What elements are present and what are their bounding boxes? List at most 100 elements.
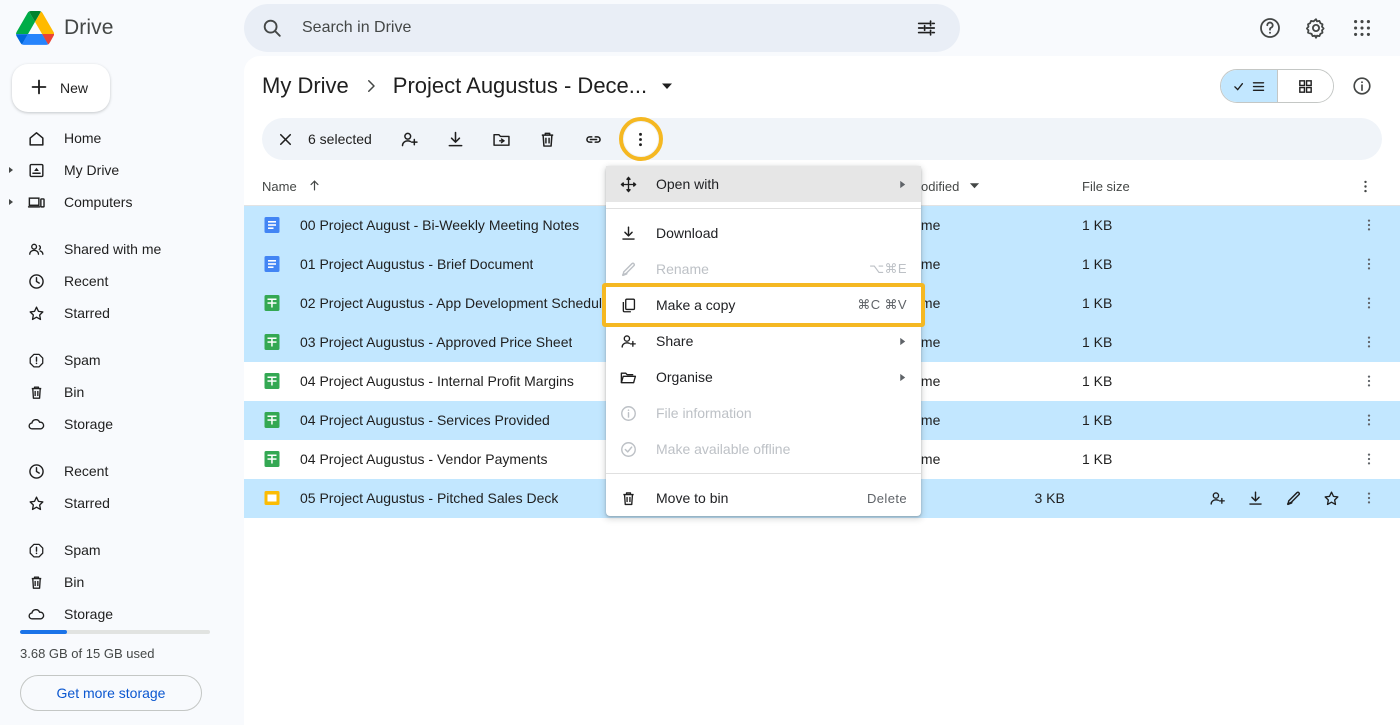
sidebar-item-home[interactable]: Home: [0, 122, 230, 154]
row-more-button[interactable]: [1356, 412, 1382, 428]
grid-view-toggle[interactable]: [1277, 70, 1333, 102]
caret-down-icon[interactable]: [661, 80, 673, 92]
share-button[interactable]: [392, 121, 428, 157]
new-button[interactable]: New: [12, 64, 110, 112]
plus-icon: [28, 76, 50, 101]
row-more-button[interactable]: [1356, 295, 1382, 311]
arrow-up-icon[interactable]: [307, 178, 322, 196]
more-actions-button[interactable]: [618, 117, 663, 161]
menu-item-wrapper: Share: [606, 323, 921, 359]
sidebar-group-3: Spam Bin Storage: [0, 344, 230, 440]
sidebar-item-recent-2[interactable]: Recent: [0, 455, 230, 487]
details-button[interactable]: [1342, 66, 1382, 106]
close-icon[interactable]: [268, 122, 302, 156]
row-more-button[interactable]: [1356, 256, 1382, 272]
search-icon[interactable]: [252, 8, 292, 48]
search-input[interactable]: [298, 19, 900, 37]
menu-item-label: Organise: [656, 369, 713, 385]
storage-progress-bar: [20, 630, 210, 634]
sidebar-item-shared-with-me[interactable]: Shared with me: [0, 233, 230, 265]
menu-divider: [606, 208, 921, 209]
row-more-button[interactable]: [1356, 334, 1382, 350]
menu-item-label: Share: [656, 333, 694, 349]
menu-item-organise[interactable]: Organise: [606, 359, 921, 395]
row-actions: [1204, 485, 1382, 511]
row-more-button[interactable]: [1356, 373, 1382, 389]
view-toggle-group: [1220, 69, 1334, 103]
search-area: [244, 4, 960, 52]
file-type-sheet-icon: [262, 293, 282, 313]
get-more-storage-button[interactable]: Get more storage: [20, 675, 202, 711]
row-more-button[interactable]: [1356, 451, 1382, 467]
sidebar-item-recent[interactable]: Recent: [0, 265, 230, 297]
sidebar-divider: [0, 519, 230, 534]
sidebar-item-computers[interactable]: Computers: [0, 186, 230, 218]
sidebar-item-starred[interactable]: Starred: [0, 297, 230, 329]
menu-item-move-to-bin[interactable]: Move to bin Delete: [606, 480, 921, 516]
file-name-label: 04 Project Augustus - Vendor Payments: [300, 451, 548, 467]
offline-check-icon: [618, 439, 638, 459]
top-bar: Drive: [0, 0, 1400, 56]
sidebar-divider: [0, 218, 230, 233]
sidebar-item-label: Computers: [64, 194, 133, 210]
sidebar-item-bin-2[interactable]: Bin: [0, 566, 230, 598]
download-button[interactable]: [438, 121, 474, 157]
chevron-right-icon[interactable]: [9, 167, 13, 173]
cell-size: 1 KB: [1082, 334, 1113, 350]
row-more-button[interactable]: [1356, 217, 1382, 233]
menu-item-wrapper: Open with: [606, 166, 921, 202]
apps-grid-icon[interactable]: [1342, 8, 1382, 48]
menu-item-make-a-copy[interactable]: Make a copy ⌘C ⌘V: [606, 287, 921, 323]
row-edit-button[interactable]: [1280, 485, 1306, 511]
sidebar-divider: [0, 329, 230, 344]
selection-toolbar: 6 selected: [262, 117, 1382, 161]
tune-filter-icon[interactable]: [906, 8, 946, 48]
menu-item-download[interactable]: Download: [606, 215, 921, 251]
trash-icon: [26, 572, 46, 592]
storage-progress-fill: [20, 630, 67, 634]
menu-item-wrapper: Rename ⌥⌘E: [606, 251, 921, 287]
sidebar-item-spam-2[interactable]: Spam: [0, 534, 230, 566]
menu-item-wrapper: Download: [606, 215, 921, 251]
breadcrumb-current[interactable]: Project Augustus - Dece...: [393, 73, 647, 99]
row-download-button[interactable]: [1242, 485, 1268, 511]
sidebar-item-my-drive[interactable]: My Drive: [0, 154, 230, 186]
clock-icon: [26, 271, 46, 291]
column-header-size[interactable]: File size: [1082, 179, 1262, 194]
delete-button[interactable]: [530, 121, 566, 157]
sidebar-item-label: Spam: [64, 542, 101, 558]
sidebar-divider: [0, 440, 230, 455]
brand[interactable]: Drive: [0, 11, 244, 45]
sidebar: New Home My Drive Computers Shared with …: [0, 56, 244, 725]
row-more-button[interactable]: [1356, 490, 1382, 506]
gear-icon[interactable]: [1296, 8, 1336, 48]
sidebar-item-starred-2[interactable]: Starred: [0, 487, 230, 519]
sidebar-item-label: Bin: [64, 384, 85, 400]
row-actions: [1356, 373, 1382, 389]
brand-name: Drive: [64, 16, 114, 39]
list-view-toggle[interactable]: [1221, 70, 1277, 102]
row-star-button[interactable]: [1318, 485, 1344, 511]
menu-item-share[interactable]: Share: [606, 323, 921, 359]
row-share-button[interactable]: [1204, 485, 1230, 511]
file-name-label: 04 Project Augustus - Internal Profit Ma…: [300, 373, 574, 389]
menu-item-label: Move to bin: [656, 490, 729, 506]
sidebar-item-storage[interactable]: Storage: [0, 408, 230, 440]
help-circle-icon[interactable]: [1250, 8, 1290, 48]
chevron-right-icon: [362, 77, 380, 95]
column-header-name-label: Name: [262, 179, 297, 194]
menu-item-open-with[interactable]: Open with: [606, 166, 921, 202]
sidebar-item-spam[interactable]: Spam: [0, 344, 230, 376]
column-header-more[interactable]: [1348, 178, 1382, 195]
move-button[interactable]: [484, 121, 520, 157]
breadcrumb-root[interactable]: My Drive: [262, 73, 349, 99]
copy-link-button[interactable]: [576, 121, 612, 157]
download-icon: [618, 223, 638, 243]
search-bar[interactable]: [244, 4, 960, 52]
file-name-label: 03 Project Augustus - Approved Price She…: [300, 334, 573, 350]
sidebar-item-storage-2[interactable]: Storage: [0, 598, 230, 630]
sidebar-item-bin[interactable]: Bin: [0, 376, 230, 408]
menu-item-label: Rename: [656, 261, 709, 277]
chevron-right-icon[interactable]: [9, 199, 13, 205]
submenu-arrow-icon: [898, 337, 907, 346]
